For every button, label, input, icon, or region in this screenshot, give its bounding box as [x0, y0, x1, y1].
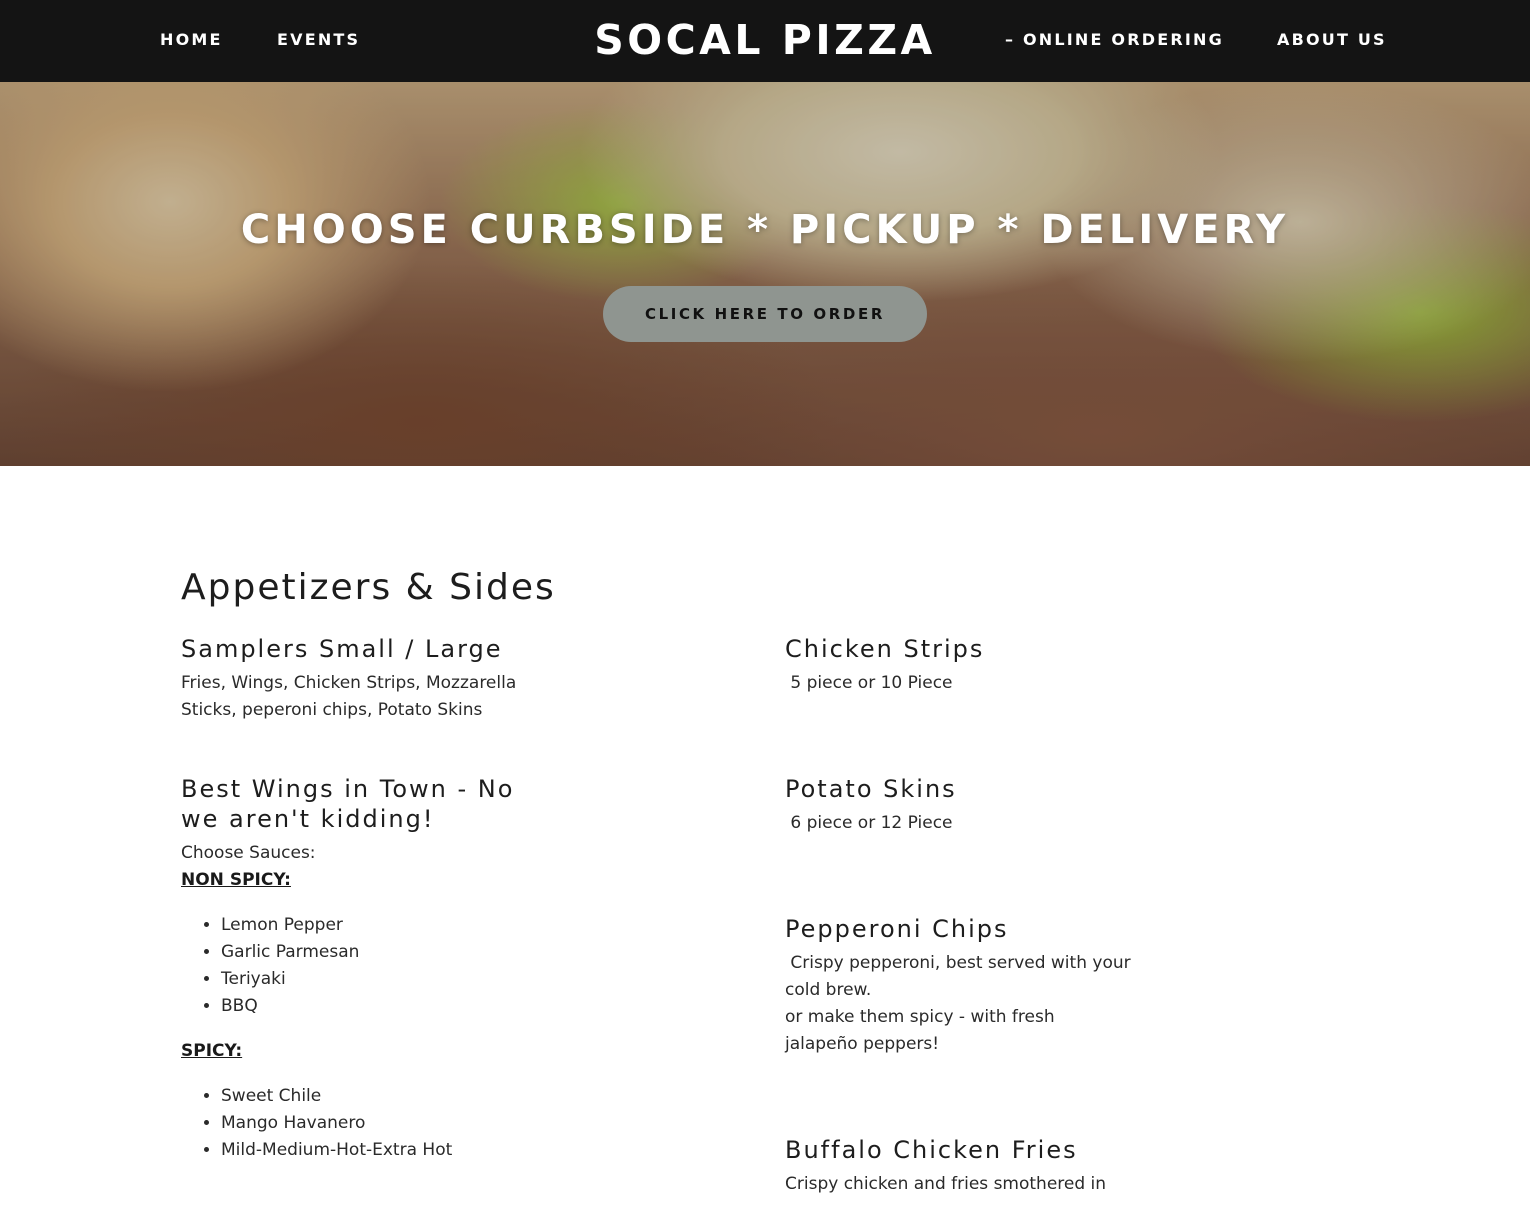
non-spicy-label: NON SPICY:	[181, 870, 291, 890]
menu-item-description: Fries, Wings, Chicken Strips, Mozzarella…	[181, 670, 561, 724]
description-line: Fries, Wings, Chicken Strips, Mozzarella	[181, 673, 517, 693]
sauce-item: Teriyaki	[221, 966, 561, 993]
sauce-item: Lemon Pepper	[221, 912, 561, 939]
menu-item-description: Crispy chicken and fries smothered in	[785, 1171, 1165, 1198]
menu-item-potato-skins: Potato Skins 6 piece or 12 Piece	[785, 774, 1165, 837]
sauce-item: BBQ	[221, 993, 561, 1020]
menu-item-pepperoni-chips: Pepperoni Chips Crispy pepperoni, best s…	[785, 914, 1165, 1058]
hero-banner: CHOOSE CURBSIDE * PICKUP * DELIVERY CLIC…	[0, 82, 1530, 466]
nav-link-online-ordering[interactable]: – ONLINE ORDERING	[1005, 30, 1224, 50]
section-title: Appetizers & Sides	[181, 567, 556, 608]
item-name-line: Best Wings in Town - No	[181, 775, 515, 803]
non-spicy-sauce-list: Lemon Pepper Garlic Parmesan Teriyaki BB…	[221, 912, 561, 1020]
menu-item-description: 5 piece or 10 Piece	[785, 670, 1165, 697]
top-navigation: HOME EVENTS SOCAL PIZZA – ONLINE ORDERIN…	[0, 0, 1530, 82]
menu-item-samplers: Samplers Small / Large Fries, Wings, Chi…	[181, 634, 561, 724]
order-button[interactable]: CLICK HERE TO ORDER	[603, 286, 927, 342]
description-line: or make them spicy - with fresh	[785, 1007, 1055, 1027]
sauce-item: Sweet Chile	[221, 1083, 561, 1110]
description-line: jalapeño peppers!	[785, 1034, 940, 1054]
description-line: cold brew.	[785, 980, 872, 1000]
menu-item-chicken-strips: Chicken Strips 5 piece or 10 Piece	[785, 634, 1165, 697]
menu-item-description: Choose Sauces: NON SPICY: Lemon Pepper G…	[181, 840, 561, 1164]
description-line: Sticks, peperoni chips, Potato Skins	[181, 700, 483, 720]
menu-item-name: Pepperoni Chips	[785, 915, 1009, 943]
description-line: Crispy pepperoni, best served with your	[785, 953, 1131, 973]
nav-link-about-us[interactable]: ABOUT US	[1277, 30, 1387, 50]
description-line: 5 piece or 10 Piece	[785, 673, 953, 693]
menu-item-name: Potato Skins	[785, 775, 957, 803]
sauce-item: Mild-Medium-Hot-Extra Hot	[221, 1137, 561, 1164]
hero-background-image	[0, 82, 1530, 466]
spicy-label: SPICY:	[181, 1041, 243, 1061]
hero-heading: CHOOSE CURBSIDE * PICKUP * DELIVERY	[240, 207, 1290, 253]
menu-item-name: Best Wings in Town - No we aren't kiddin…	[181, 774, 561, 834]
sauce-item: Garlic Parmesan	[221, 939, 561, 966]
sauce-item: Mango Havanero	[221, 1110, 561, 1137]
choose-sauces-label: Choose Sauces:	[181, 843, 316, 863]
menu-item-name: Samplers Small / Large	[181, 635, 503, 663]
menu-item-wings: Best Wings in Town - No we aren't kiddin…	[181, 774, 561, 1182]
spicy-sauce-list: Sweet Chile Mango Havanero Mild-Medium-H…	[221, 1083, 561, 1164]
description-line: Crispy chicken and fries smothered in	[785, 1174, 1107, 1194]
menu-item-description: 6 piece or 12 Piece	[785, 810, 1165, 837]
site-title-text[interactable]: SOCAL PIZZA	[594, 14, 936, 66]
description-line: 6 piece or 12 Piece	[785, 813, 953, 833]
menu-item-buffalo-chicken-fries: Buffalo Chicken Fries Crispy chicken and…	[785, 1135, 1165, 1198]
item-name-line: we aren't kidding!	[181, 805, 435, 833]
menu-item-name: Buffalo Chicken Fries	[785, 1136, 1078, 1164]
menu-item-description: Crispy pepperoni, best served with your …	[785, 950, 1165, 1058]
menu-item-name: Chicken Strips	[785, 635, 985, 663]
